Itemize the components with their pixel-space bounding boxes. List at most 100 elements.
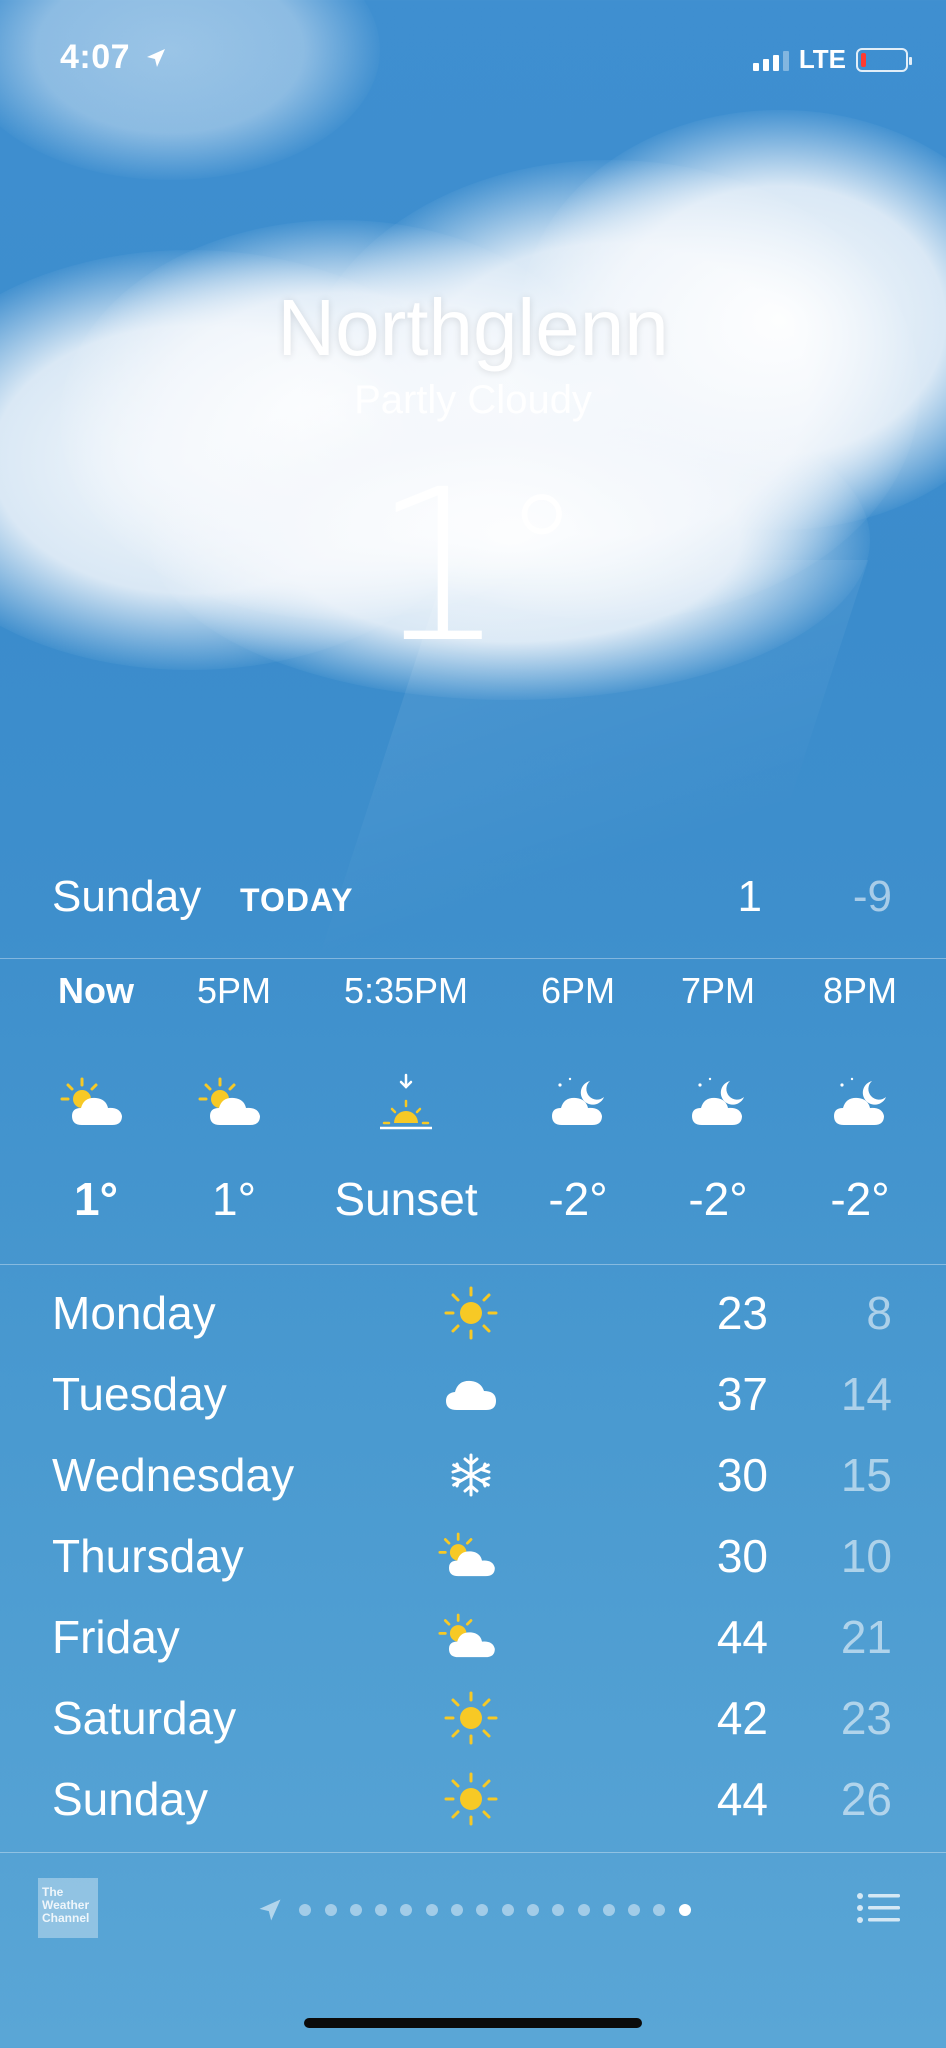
page-dot[interactable] <box>425 1904 438 1916</box>
page-dot[interactable] <box>451 1904 464 1916</box>
hour-time: 5PM <box>196 970 272 1011</box>
hour-time: Now <box>58 970 134 1011</box>
hour-time: 7PM <box>680 970 756 1011</box>
page-dot[interactable] <box>324 1904 337 1916</box>
hour-time: 5:35PM <box>343 970 469 1011</box>
city-list-icon[interactable] <box>856 1890 902 1931</box>
snowflake-icon <box>438 1442 504 1508</box>
day-name: Saturday <box>52 1692 237 1744</box>
sun-icon <box>438 1766 504 1832</box>
today-summary: Sunday TODAY 1 -9 <box>0 872 946 932</box>
page-dot[interactable] <box>678 1904 691 1916</box>
day-name: Thursday <box>52 1530 244 1582</box>
hourly-item: 5PM 1° <box>164 970 304 1226</box>
page-dot[interactable] <box>653 1904 666 1916</box>
page-dot[interactable] <box>552 1904 565 1916</box>
hour-temp: -2° <box>830 1173 890 1225</box>
daily-forecast[interactable]: Monday 23 8 Tuesday 37 14 Wednesday 30 1… <box>0 1278 946 1845</box>
day-low: 21 <box>840 1611 892 1663</box>
hourly-item: Now 1° <box>26 970 166 1226</box>
day-high: 44 <box>716 1773 768 1825</box>
daily-row-wednesday: Wednesday 30 15 <box>0 1440 946 1521</box>
status-bar: 4:07 LTE <box>0 0 946 120</box>
page-dot[interactable] <box>400 1904 413 1916</box>
page-dot[interactable] <box>299 1904 312 1916</box>
hour-time: 6PM <box>540 970 616 1011</box>
location-arrow-icon <box>259 1899 281 1921</box>
day-low: 14 <box>840 1368 892 1420</box>
hour-time: 8PM <box>822 970 898 1011</box>
day-low: 10 <box>840 1530 892 1582</box>
status-indicators: LTE <box>752 44 912 75</box>
hour-temp: Sunset <box>334 1173 478 1225</box>
hour-temp: -2° <box>688 1173 748 1225</box>
partly-cloudy-night-icon <box>790 1068 930 1138</box>
partly-sunny-icon <box>26 1068 166 1138</box>
divider <box>0 1264 946 1265</box>
weather-channel-logo[interactable]: The Weather Channel <box>38 1878 98 1938</box>
day-high: 30 <box>716 1530 768 1582</box>
day-low: 23 <box>840 1692 892 1744</box>
day-high: 23 <box>716 1287 768 1339</box>
day-name: Tuesday <box>52 1368 227 1420</box>
page-dot[interactable] <box>577 1904 590 1916</box>
partly-sunny-icon <box>164 1068 304 1138</box>
today-low: -9 <box>852 872 892 921</box>
day-name: Friday <box>52 1611 180 1663</box>
day-name: Sunday <box>52 1773 209 1825</box>
network-type: LTE <box>798 44 846 74</box>
day-high: 42 <box>716 1692 768 1744</box>
partly-sunny-icon <box>438 1523 504 1589</box>
page-dot[interactable] <box>602 1904 615 1916</box>
footer-toolbar: The Weather Channel <box>0 1852 946 1972</box>
location-arrow-icon <box>147 49 166 67</box>
page-indicator[interactable] <box>256 1896 691 1924</box>
status-time: 4:07 <box>60 38 168 77</box>
weather-condition: Partly Cloudy <box>354 378 592 422</box>
day-high: 44 <box>716 1611 768 1663</box>
day-high: 37 <box>716 1368 768 1420</box>
today-day-name: Sunday <box>52 872 202 921</box>
day-low: 26 <box>840 1773 892 1825</box>
cloud-icon <box>438 1361 504 1427</box>
daily-row-friday: Friday 44 21 <box>0 1602 946 1683</box>
page-dot[interactable] <box>349 1904 362 1916</box>
daily-row-tuesday: Tuesday 37 14 <box>0 1359 946 1440</box>
partly-cloudy-night-icon <box>508 1068 648 1138</box>
today-high: 1 <box>737 872 762 921</box>
page-dot[interactable] <box>375 1904 388 1916</box>
partly-sunny-icon <box>438 1604 504 1670</box>
day-name: Monday <box>52 1287 216 1339</box>
home-indicator[interactable] <box>304 2018 642 2028</box>
page-dot[interactable] <box>501 1904 514 1916</box>
sun-icon <box>438 1280 504 1346</box>
day-name: Wednesday <box>52 1449 295 1501</box>
hourly-item: 5:35PM Sunset <box>316 970 496 1226</box>
signal-strength-icon <box>752 49 789 71</box>
hourly-item: 6PM -2° <box>508 970 648 1226</box>
current-temperature: 1° <box>372 444 580 689</box>
hourly-item: 7PM -2° <box>648 970 788 1226</box>
partly-cloudy-night-icon <box>648 1068 788 1138</box>
hourly-forecast[interactable]: Now 1° 5PM 1° 5:35PM Sunset 6PM -2° 7PM … <box>0 970 946 1225</box>
sun-icon <box>438 1685 504 1751</box>
hour-temp: 1° <box>212 1173 256 1225</box>
hour-temp: -2° <box>548 1173 608 1225</box>
day-high: 30 <box>716 1449 768 1501</box>
divider <box>0 958 946 959</box>
daily-row-sunday: Sunday 44 26 <box>0 1764 946 1845</box>
daily-row-saturday: Saturday 42 23 <box>0 1683 946 1764</box>
hour-temp: 1° <box>74 1173 118 1225</box>
day-low: 8 <box>866 1287 892 1339</box>
daily-row-thursday: Thursday 30 10 <box>0 1521 946 1602</box>
page-dot[interactable] <box>476 1904 489 1916</box>
daily-row-monday: Monday 23 8 <box>0 1278 946 1359</box>
sunset-icon <box>316 1068 496 1138</box>
today-label: TODAY <box>240 882 354 918</box>
day-low: 15 <box>840 1449 892 1501</box>
battery-icon <box>856 47 912 72</box>
hourly-item: 8PM -2° <box>790 970 930 1226</box>
page-dot[interactable] <box>628 1904 641 1916</box>
page-dot[interactable] <box>526 1904 539 1916</box>
city-name: Northglenn <box>277 283 669 372</box>
